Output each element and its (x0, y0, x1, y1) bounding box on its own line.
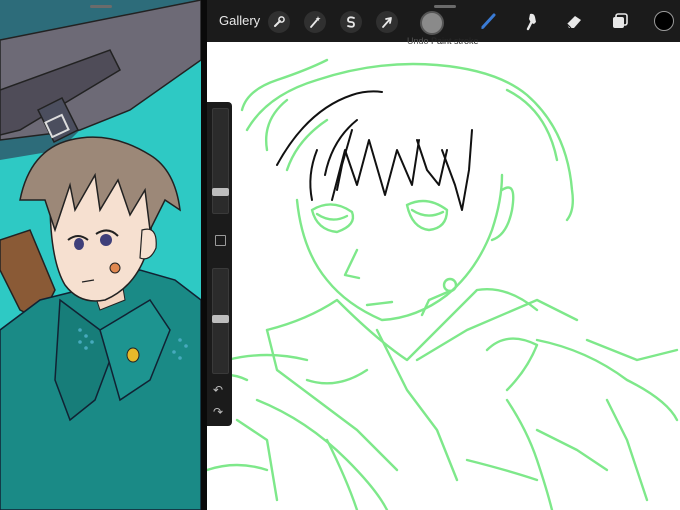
redo-arrow-icon[interactable]: ↷ (213, 406, 223, 418)
color-swatch-icon[interactable] (654, 11, 674, 31)
selection-s-icon (347, 16, 355, 28)
undo-toast-prefix: Undo (407, 36, 429, 46)
layers-button[interactable] (609, 10, 631, 32)
toolbar-drag-handle[interactable] (434, 5, 456, 8)
brush-preview-circle[interactable] (420, 11, 444, 35)
arrow-cursor-icon (382, 17, 392, 28)
brush-icon (481, 13, 496, 30)
wrench-icon (274, 16, 285, 27)
selection-button[interactable] (340, 11, 362, 33)
reference-image-pane[interactable] (0, 0, 201, 510)
drawing-canvas[interactable] (207, 0, 680, 510)
undo-arrow-icon[interactable]: ↶ (213, 384, 223, 396)
gallery-button[interactable]: Gallery (219, 13, 260, 28)
sidebar: ↶ ↷ (207, 102, 232, 426)
undo-toast-action: Paint stroke (431, 36, 479, 46)
modify-square-icon[interactable] (215, 235, 226, 246)
brush-size-slider-knob[interactable] (212, 188, 229, 196)
opacity-slider[interactable] (212, 268, 229, 374)
layers-icon (613, 13, 628, 28)
adjustments-button[interactable] (304, 11, 326, 33)
undo-toast: Undo Paint stroke (407, 36, 479, 46)
actions-button[interactable] (268, 11, 290, 33)
smudge-button[interactable] (521, 10, 543, 32)
brush-size-slider[interactable] (212, 108, 229, 214)
eraser-icon (566, 16, 581, 29)
eraser-button[interactable] (563, 10, 585, 32)
smudge-finger-icon (526, 13, 536, 31)
transform-button[interactable] (376, 11, 398, 33)
opacity-slider-knob[interactable] (212, 315, 229, 323)
reference-illustration (0, 0, 201, 510)
paint-brush-button[interactable] (478, 10, 500, 32)
procreate-app-pane: Gallery Undo Paint stroke (207, 0, 680, 510)
magic-wand-icon (310, 16, 321, 28)
left-pane-drag-handle[interactable] (90, 5, 112, 8)
